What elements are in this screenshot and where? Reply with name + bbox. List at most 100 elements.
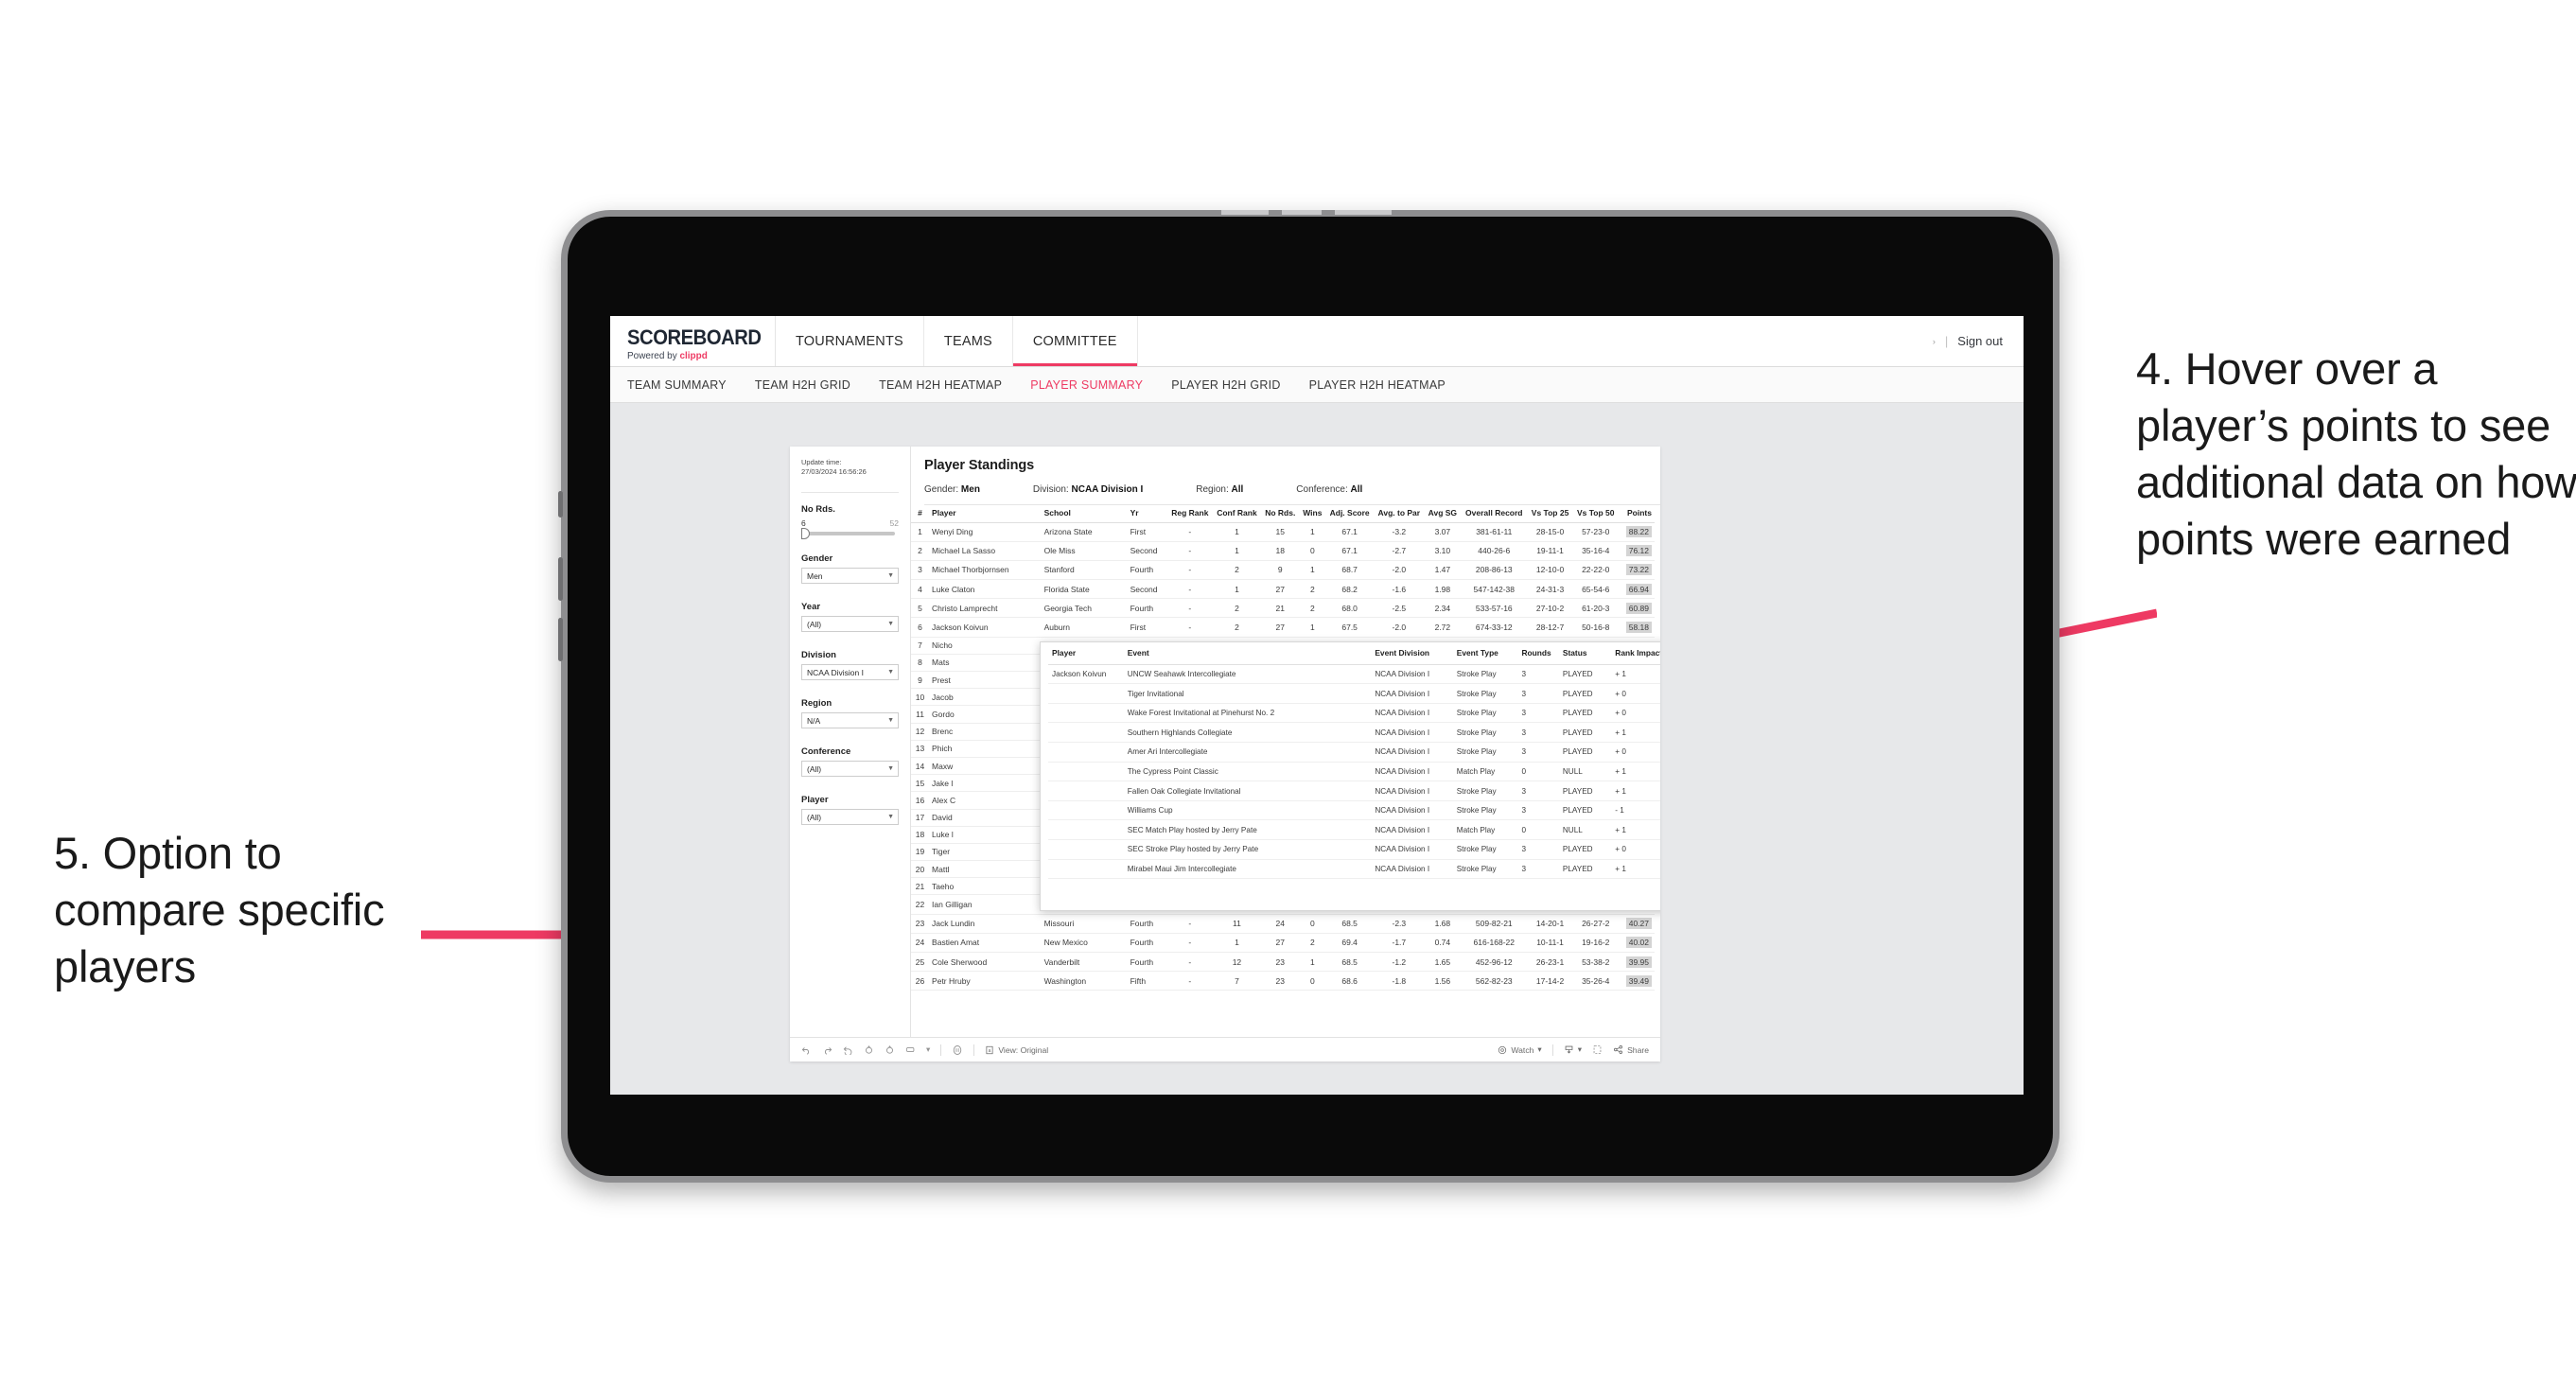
device-button-volume-up[interactable] — [558, 557, 563, 601]
table-row[interactable]: 23 Jack Lundin Missouri Fourth -11 24 0 68.5 -2.… — [911, 914, 1655, 934]
row-year: First — [1127, 617, 1167, 638]
filter-gender-dropdown[interactable]: Men ▼ — [801, 568, 899, 585]
full-screen-icon[interactable] — [1592, 1044, 1603, 1055]
row-player: Phich — [929, 740, 1042, 758]
tablet-screen: SCOREBOARD Powered by clippd TOURNAMENTS… — [610, 316, 2024, 1095]
col-overall-record[interactable]: Overall Record — [1461, 505, 1528, 523]
row-points[interactable]: 40.27 — [1618, 914, 1655, 934]
subnav-item-team-h2h-grid[interactable]: TEAM H2H GRID — [755, 378, 850, 392]
row-points[interactable]: 66.94 — [1618, 579, 1655, 600]
col-rank[interactable]: # — [911, 505, 930, 523]
col-avg-sg[interactable]: Avg SG — [1424, 505, 1462, 523]
row-points[interactable]: 73.22 — [1618, 560, 1655, 581]
device-caret-icon[interactable]: ▾ — [926, 1044, 930, 1055]
table-row[interactable]: 6 Jackson Koivun Auburn First -2 27 1 67.5 -2.0 2… — [911, 617, 1655, 638]
pause-auto-updates-icon[interactable] — [885, 1044, 895, 1055]
row-wins: 2 — [1299, 579, 1326, 600]
device-button-1[interactable] — [558, 491, 563, 518]
tcol-event-division: Event Division — [1371, 642, 1453, 665]
filter-player-dropdown[interactable]: (All) ▼ — [801, 809, 899, 826]
slide-canvas: 4. Hover over a player’s points to see a… — [0, 0, 2576, 1386]
filter-gender-value: Men — [807, 570, 823, 581]
share-button[interactable]: Share — [1613, 1044, 1649, 1055]
tooltip-event-division: NCAA Division I — [1371, 819, 1453, 840]
table-row[interactable]: 2 Michael La Sasso Ole Miss Second -1 18 0 67.1… — [911, 541, 1655, 561]
row-rank: 14 — [911, 757, 930, 776]
col-year[interactable]: Yr — [1127, 505, 1167, 523]
topnav-item-committee[interactable]: COMMITTEE — [1012, 316, 1138, 366]
col-school[interactable]: School — [1041, 505, 1128, 523]
row-points[interactable]: 88.22 — [1618, 522, 1655, 542]
table-row[interactable]: 5 Christo Lamprecht Georgia Tech Fourth -2 21… — [911, 598, 1655, 619]
signout-button[interactable]: Sign out — [1957, 334, 2003, 348]
device-button-volume-down[interactable] — [558, 618, 563, 661]
standings-table-wrap[interactable]: # Player School Yr Reg Rank Conf Rank No… — [911, 505, 1660, 1037]
table-row[interactable]: 26 Petr Hruby Washington Fifth -7 23 0 68.6 -1.8… — [911, 971, 1655, 991]
row-points[interactable]: 60.89 — [1618, 598, 1655, 619]
row-rank: 25 — [911, 952, 930, 973]
row-points[interactable]: 58.18 — [1618, 617, 1655, 638]
row-player: Michael La Sasso — [929, 541, 1042, 561]
revert-icon[interactable] — [843, 1044, 853, 1055]
watch-caret-icon: ▾ — [1537, 1044, 1542, 1054]
row-school: Missouri — [1041, 914, 1128, 934]
col-conf-rank[interactable]: Conf Rank — [1212, 505, 1262, 523]
tooltip-event: SEC Match Play hosted by Jerry Pate — [1123, 819, 1372, 840]
row-player: Prest — [929, 671, 1042, 690]
row-reg-rank: - — [1166, 598, 1213, 619]
topnav-item-teams[interactable]: TEAMS — [924, 316, 1013, 366]
tooltip-player-name — [1048, 703, 1124, 724]
filter-player: Player (All) ▼ — [801, 795, 899, 826]
filter-year-dropdown[interactable]: (All) ▼ — [801, 616, 899, 633]
chevron-right-icon[interactable]: › — [1933, 337, 1936, 346]
row-year: Fourth — [1127, 560, 1167, 581]
undo-icon[interactable] — [801, 1044, 812, 1055]
subnav-item-team-h2h-heatmap[interactable]: TEAM H2H HEATMAP — [879, 378, 1002, 392]
pause-icon[interactable] — [952, 1044, 963, 1056]
redo-icon[interactable] — [822, 1044, 832, 1055]
summary-region-label: Region: — [1196, 484, 1229, 495]
col-vs-top-50[interactable]: Vs Top 50 — [1572, 505, 1619, 523]
col-player[interactable]: Player — [929, 505, 1042, 523]
standings-header-row: # Player School Yr Reg Rank Conf Rank No… — [911, 505, 1655, 523]
row-points[interactable]: 76.12 — [1618, 541, 1655, 561]
table-row[interactable]: 25 Cole Sherwood Vanderbilt Fourth -12 23 1 68.… — [911, 952, 1655, 973]
row-rank: 20 — [911, 860, 930, 879]
row-avg-par: -2.0 — [1374, 617, 1425, 638]
table-row[interactable]: 24 Bastien Amat New Mexico Fourth -1 27 2 69.4-… — [911, 933, 1655, 954]
device-preview-icon[interactable] — [905, 1044, 916, 1055]
tooltip-event-type: Stroke Play — [1452, 722, 1518, 744]
col-no-rds[interactable]: No Rds. — [1261, 505, 1300, 523]
view-original-button[interactable]: a View: Original — [985, 1045, 1048, 1055]
tooltip-rounds: 3 — [1517, 683, 1559, 704]
row-year: Fourth — [1127, 952, 1167, 973]
subnav-item-team-summary[interactable]: TEAM SUMMARY — [627, 378, 727, 392]
download-button[interactable]: ▾ — [1564, 1044, 1582, 1055]
row-points[interactable]: 39.49 — [1618, 971, 1655, 991]
filter-conference-dropdown[interactable]: (All) ▼ — [801, 761, 899, 778]
topnav-item-tournaments[interactable]: TOURNAMENTS — [776, 316, 924, 366]
filter-division-dropdown[interactable]: NCAA Division I ▼ — [801, 664, 899, 681]
table-row[interactable]: 4 Luke Claton Florida State Second -1 27 2 68.2… — [911, 579, 1655, 600]
subnav-item-player-summary[interactable]: PLAYER SUMMARY — [1030, 378, 1143, 392]
slider-handle[interactable] — [801, 528, 810, 540]
col-vs-top-25[interactable]: Vs Top 25 — [1527, 505, 1573, 523]
refresh-icon[interactable] — [864, 1044, 874, 1055]
col-avg-par[interactable]: Avg. to Par — [1374, 505, 1425, 523]
table-row[interactable]: 3 Michael Thorbjornsen Stanford Fourth -2 9 1 6… — [911, 560, 1655, 581]
row-player: Christo Lamprecht — [929, 598, 1042, 619]
slider-track[interactable] — [801, 528, 895, 540]
col-points[interactable]: Points — [1618, 505, 1655, 523]
watch-button[interactable]: Watch ▾ — [1498, 1044, 1542, 1055]
tooltip-event-division: NCAA Division I — [1371, 762, 1453, 782]
subnav-item-player-h2h-heatmap[interactable]: PLAYER H2H HEATMAP — [1309, 378, 1446, 392]
col-adj-score[interactable]: Adj. Score — [1325, 505, 1375, 523]
col-reg-rank[interactable]: Reg Rank — [1166, 505, 1213, 523]
row-points[interactable]: 40.02 — [1618, 933, 1655, 954]
col-wins[interactable]: Wins — [1299, 505, 1326, 523]
row-points[interactable]: 39.95 — [1618, 952, 1655, 973]
filter-region-dropdown[interactable]: N/A ▼ — [801, 712, 899, 729]
app-logo[interactable]: SCOREBOARD Powered by clippd — [610, 316, 776, 366]
subnav-item-player-h2h-grid[interactable]: PLAYER H2H GRID — [1171, 378, 1280, 392]
table-row[interactable]: 1 Wenyi Ding Arizona State First -1 15 1 67.1 -3… — [911, 522, 1655, 542]
